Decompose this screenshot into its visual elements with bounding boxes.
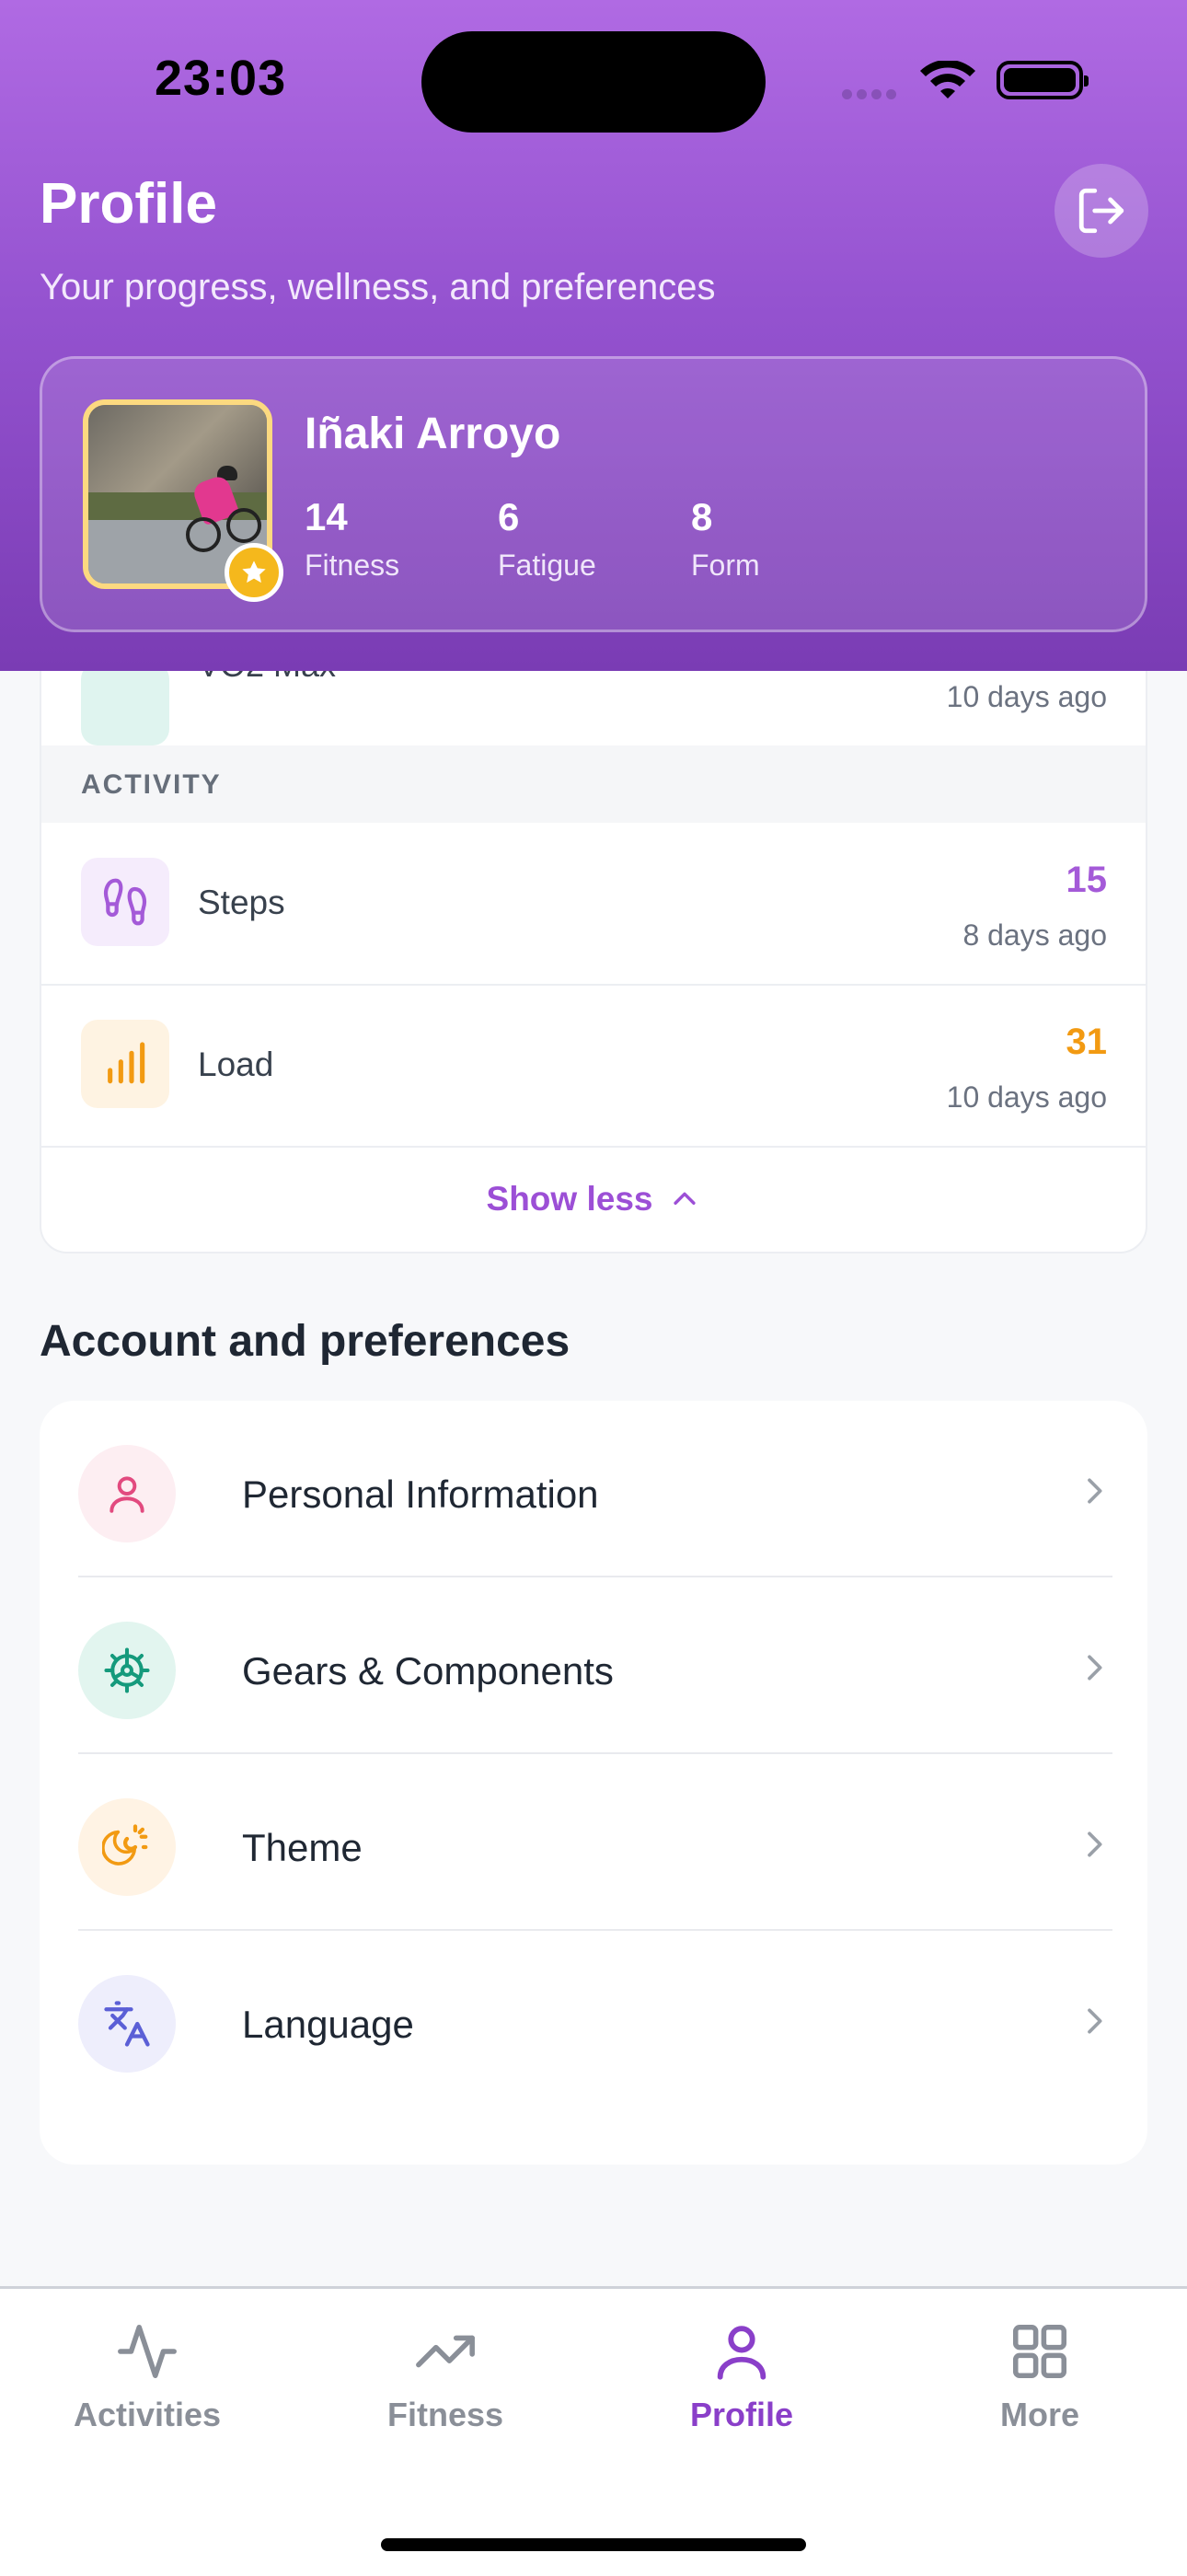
tab-label: Fitness — [386, 2396, 504, 2433]
metric-label: Load — [198, 1045, 274, 1083]
gear-icon — [78, 1622, 176, 1719]
chevron-right-icon — [1088, 1478, 1102, 1504]
logout-button[interactable] — [1054, 164, 1148, 258]
chevron-right-icon — [1088, 2008, 1102, 2034]
tab-label: More — [999, 2396, 1079, 2433]
account-item-label: Theme — [242, 1826, 363, 1869]
tab-label: Activities — [73, 2396, 222, 2433]
home-indicator[interactable] — [381, 2538, 806, 2551]
account-item-label: Language — [242, 2003, 414, 2046]
page-title: Profile — [40, 172, 217, 236]
stat-value: 14 — [305, 495, 348, 538]
tab-label: Profile — [689, 2396, 794, 2433]
account-section-title: Account and preferences — [40, 1317, 570, 1366]
account-item-gears-components[interactable]: Gears & Components — [78, 1577, 1112, 1754]
metric-row-steps[interactable]: Steps 15 8 days ago — [41, 823, 1146, 986]
account-item-language[interactable]: Language — [78, 1931, 1112, 2106]
section-header-activity: ACTIVITY — [41, 745, 1146, 823]
sun-moon-icon — [78, 1798, 176, 1896]
translate-icon — [78, 1975, 176, 2073]
profile-card[interactable]: Iñaki Arroyo 14 Fitness 6 Fatigue 8 Form — [40, 356, 1147, 632]
user-icon — [717, 2326, 766, 2380]
stat-label: Fatigue — [498, 549, 596, 582]
account-item-label: Gears & Components — [242, 1649, 614, 1692]
tab-profile[interactable]: Profile — [640, 2315, 843, 2434]
account-item-label: Personal Information — [242, 1473, 599, 1516]
user-icon — [78, 1445, 176, 1542]
wifi-icon — [920, 61, 975, 98]
account-list: Personal Information Gears & Components … — [40, 1401, 1147, 2165]
grid-icon — [1012, 2324, 1067, 2379]
metric-row-load[interactable]: Load 31 10 days ago — [41, 985, 1146, 1148]
metric-value: 31 — [1066, 1022, 1108, 1062]
metric-time: 8 days ago — [962, 918, 1107, 952]
status-time: 23:03 — [155, 51, 287, 106]
chevron-right-icon — [1088, 1831, 1102, 1857]
stat-form: 8 Form — [691, 495, 760, 583]
dynamic-island — [421, 31, 766, 133]
tab-activities[interactable]: Activities — [46, 2315, 248, 2434]
logout-icon — [1078, 188, 1124, 234]
account-item-personal-information[interactable]: Personal Information — [78, 1401, 1112, 1577]
star-icon — [225, 543, 283, 602]
account-item-theme[interactable]: Theme — [78, 1754, 1112, 1931]
vo2-icon — [81, 663, 169, 745]
stat-value: 8 — [691, 495, 713, 538]
page-subtitle: Your progress, wellness, and preferences — [40, 267, 716, 307]
tab-more[interactable]: More — [939, 2315, 1141, 2434]
footprints-icon — [81, 858, 169, 946]
bottom-tab-bar: Activities Fitness Profile More — [0, 2286, 1187, 2576]
stat-value: 6 — [498, 495, 520, 538]
section-label: ACTIVITY — [81, 769, 222, 800]
stat-label: Form — [691, 549, 760, 582]
stat-label: Fitness — [305, 549, 400, 582]
metric-time: 10 days ago — [946, 680, 1107, 713]
metric-label: Steps — [198, 884, 285, 921]
stat-fitness: 14 Fitness — [305, 495, 399, 583]
show-less-button[interactable]: Show less — [41, 1145, 1146, 1252]
trending-up-icon — [416, 2335, 475, 2368]
chevron-up-icon — [674, 1192, 697, 1205]
show-less-label: Show less — [486, 1180, 653, 1218]
battery-icon — [997, 61, 1089, 99]
athlete-name: Iñaki Arroyo — [305, 410, 561, 458]
cellular-signal-icon — [842, 87, 901, 104]
chevron-right-icon — [1088, 1655, 1102, 1681]
metric-value: 15 — [1066, 860, 1108, 900]
activity-icon — [118, 2324, 177, 2379]
bar-chart-icon — [81, 1020, 169, 1108]
metric-time: 10 days ago — [946, 1080, 1107, 1114]
profile-header: 23:03 Profile Your progress, wellness, a… — [0, 0, 1187, 671]
tab-fitness[interactable]: Fitness — [344, 2315, 547, 2434]
stat-fatigue: 6 Fatigue — [498, 495, 596, 583]
